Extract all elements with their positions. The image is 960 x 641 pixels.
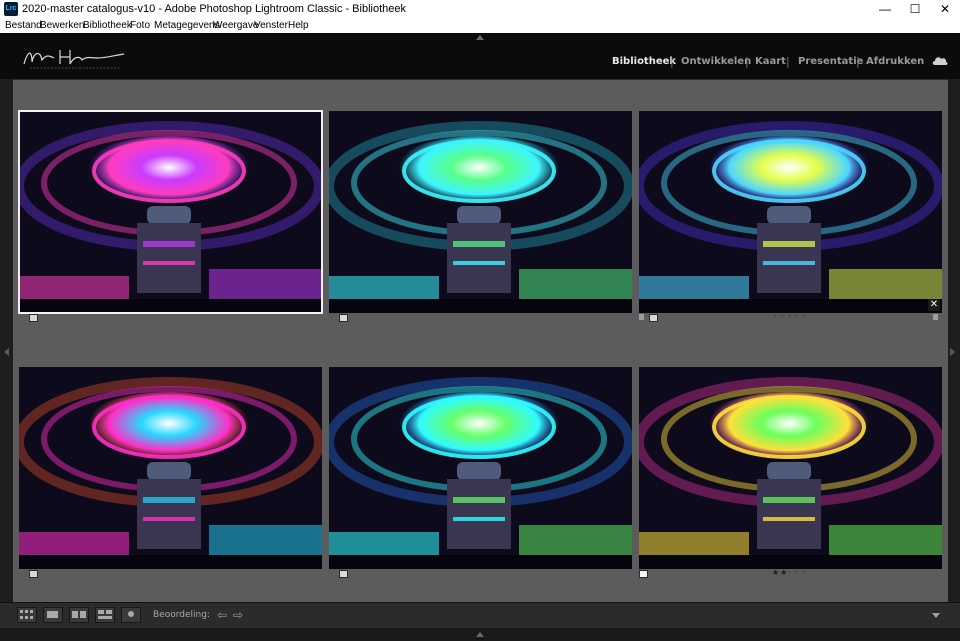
- previous-photo-button[interactable]: ⇦: [217, 608, 227, 622]
- loupe-view-button[interactable]: [43, 607, 63, 623]
- grid-view-button[interactable]: [17, 607, 37, 623]
- thumbnail[interactable]: [329, 111, 632, 313]
- flag-icon[interactable]: [29, 570, 38, 578]
- module-ontwikkelen[interactable]: Ontwikkelen: [681, 56, 751, 67]
- left-panel-toggle-icon[interactable]: [4, 348, 9, 356]
- rating-label: Beoordeling:: [153, 610, 210, 620]
- photo-image: [639, 367, 942, 569]
- remove-icon[interactable]: ✕: [928, 299, 940, 311]
- module-presentatie[interactable]: Presentatie: [798, 56, 863, 67]
- thumbnail[interactable]: [639, 367, 942, 569]
- thumbnail[interactable]: [18, 110, 323, 314]
- menu-metagegevens[interactable]: Metagegevens: [154, 20, 220, 31]
- title-bar: Lrc 2020-master catalogus-v10 - Adobe Ph…: [0, 0, 960, 19]
- module-afdrukken[interactable]: Afdrukken: [866, 56, 924, 67]
- people-view-button[interactable]: [121, 607, 141, 623]
- flag-icon[interactable]: [649, 314, 658, 322]
- thumbnail[interactable]: [639, 111, 942, 313]
- thumbnail[interactable]: [329, 367, 632, 569]
- maximize-button[interactable]: ☐: [900, 0, 930, 19]
- photo-image: [19, 367, 322, 569]
- next-photo-button[interactable]: ⇨: [233, 608, 243, 622]
- star-rating[interactable]: ★★· · ·: [772, 568, 806, 577]
- window-title: 2020-master catalogus-v10 - Adobe Photos…: [22, 3, 406, 15]
- menu-help[interactable]: Help: [288, 20, 309, 31]
- right-panel-toggle-icon[interactable]: [950, 348, 955, 356]
- top-panel-toggle-icon[interactable]: [476, 35, 484, 40]
- thumbnail[interactable]: [19, 367, 322, 569]
- cloud-sync-icon[interactable]: [931, 54, 949, 66]
- close-button[interactable]: ✕: [930, 0, 960, 19]
- module-bibliotheek[interactable]: Bibliotheek: [612, 56, 676, 67]
- menu-bestand[interactable]: Bestand: [5, 20, 42, 31]
- menu-bibliotheek[interactable]: Bibliotheek: [83, 20, 132, 31]
- menu-weergave[interactable]: Weergave: [213, 20, 258, 31]
- flag-icon[interactable]: [339, 570, 348, 578]
- compare-view-button[interactable]: [69, 607, 89, 623]
- library-toolbar: [0, 602, 960, 629]
- flag-icon[interactable]: [639, 570, 648, 578]
- menu-bar: Bestand Bewerken Bibliotheek Foto Metage…: [0, 19, 960, 33]
- menu-bewerken[interactable]: Bewerken: [40, 20, 84, 31]
- star-rating[interactable]: · · · · ·: [774, 312, 806, 321]
- flag-icon[interactable]: [29, 314, 38, 322]
- signature-logo: [23, 50, 125, 69]
- module-separator: |: [856, 55, 860, 68]
- module-kaart[interactable]: Kaart: [755, 56, 786, 67]
- menu-foto[interactable]: Foto: [130, 20, 150, 31]
- menu-venster[interactable]: Venster: [254, 20, 288, 31]
- module-separator: |: [745, 55, 749, 68]
- flag-icon[interactable]: [339, 314, 348, 322]
- lightroom-app-icon: Lrc: [4, 2, 18, 16]
- module-separator: |: [670, 55, 674, 68]
- photo-image: [329, 111, 632, 313]
- photo-image: [19, 111, 322, 313]
- pick-marker-icon: [639, 314, 644, 320]
- survey-view-button[interactable]: [95, 607, 115, 623]
- toolbar-options-chevron-down-icon[interactable]: [932, 613, 940, 618]
- minimize-button[interactable]: —: [870, 0, 900, 19]
- badge-icon: [933, 314, 938, 320]
- photo-image: [329, 367, 632, 569]
- library-grid: · · · · · ✕ ★★· · ·: [13, 79, 948, 603]
- module-separator: |: [786, 55, 790, 68]
- filmstrip-toggle-icon[interactable]: [476, 632, 484, 637]
- photo-image: [639, 111, 942, 313]
